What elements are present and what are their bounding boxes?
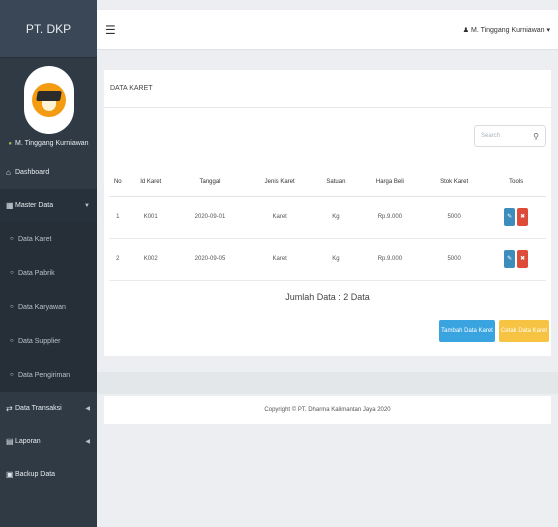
sidebar-subitem-label: Data Pabrik bbox=[18, 269, 55, 277]
circle-icon: ○ bbox=[10, 236, 14, 242]
sidebar-subitem-data-pengiriman[interactable]: ○ Data Pengiriman bbox=[0, 358, 97, 392]
sidebar: PT. DKP M. Tinggang Kurniawan ⌂ Dashboar… bbox=[0, 0, 97, 527]
graduate-avatar-icon bbox=[31, 83, 66, 117]
table-row: 2 K002 2020-09-05 Karet Kg Rp.9.000 5000… bbox=[109, 238, 546, 281]
report-icon: ▤ bbox=[6, 437, 14, 446]
table-cell: Karet bbox=[245, 196, 315, 239]
table-cell: 5000 bbox=[422, 238, 487, 281]
sidebar-subitem-label: Data Karet bbox=[18, 235, 52, 243]
edit-button[interactable]: ✎ bbox=[504, 208, 516, 226]
sidebar-subitem-label: Data Karyawan bbox=[18, 303, 66, 311]
total-data-count: Jumlah Data : 2 Data bbox=[285, 292, 370, 302]
column-header: Tools bbox=[486, 168, 546, 197]
add-data-karet-button[interactable]: Tambah Data Karet bbox=[439, 320, 495, 342]
circle-icon: ○ bbox=[10, 270, 14, 276]
sidebar-item-label: Laporan bbox=[15, 438, 41, 445]
trash-icon: ✖ bbox=[520, 256, 526, 262]
master-data-submenu: ○ Data Karet ○ Data Pabrik ○ Data Karyaw… bbox=[0, 222, 97, 392]
print-data-karet-button[interactable]: Cetak Data Karet bbox=[499, 320, 549, 342]
chevron-down-icon: ▼ bbox=[84, 202, 90, 209]
column-header: Jenis Karet bbox=[245, 168, 315, 197]
search-icon[interactable]: ⚲ bbox=[533, 132, 539, 141]
panel-title: DATA KARET bbox=[104, 70, 551, 108]
table-cell: Karet bbox=[245, 238, 315, 281]
sidebar-item-dashboard[interactable]: ⌂ Dashboard bbox=[0, 156, 97, 189]
chevron-left-icon: ◀ bbox=[85, 406, 90, 412]
top-navbar: ☰ ♟ M. Tinggang Kurniawan ▾ bbox=[97, 10, 558, 50]
add-button-label: Tambah Data Karet bbox=[441, 328, 493, 334]
profile-name: M. Tinggang Kurniawan bbox=[8, 140, 89, 147]
sidebar-item-master-data[interactable]: ▦ Master Data ▼ bbox=[0, 189, 97, 222]
user-profile: M. Tinggang Kurniawan bbox=[0, 58, 97, 156]
table-cell: K001 bbox=[126, 196, 175, 239]
edit-icon: ✎ bbox=[507, 256, 513, 262]
table-cell: Rp.9.000 bbox=[357, 238, 423, 281]
backup-icon: ▣ bbox=[6, 470, 14, 479]
delete-button[interactable]: ✖ bbox=[517, 208, 529, 226]
column-header: No bbox=[109, 168, 127, 197]
page-footer: Copyright © PT. Dharma Kalimantan Jaya 2… bbox=[104, 396, 551, 424]
table-cell: 1 bbox=[109, 196, 127, 239]
home-icon: ⌂ bbox=[6, 168, 11, 177]
search-placeholder: Search bbox=[481, 133, 501, 139]
database-icon: ▦ bbox=[6, 201, 14, 210]
sidebar-item-label: Backup Data bbox=[15, 471, 56, 478]
edit-button[interactable]: ✎ bbox=[504, 250, 516, 268]
table-cell: 5000 bbox=[422, 196, 487, 239]
table-cell: 2 bbox=[109, 238, 127, 281]
user-icon: ♟ bbox=[462, 26, 470, 34]
search-input[interactable]: Search ⚲ bbox=[474, 125, 546, 147]
hamburger-icon[interactable]: ☰ bbox=[105, 23, 116, 37]
circle-icon: ○ bbox=[10, 338, 14, 344]
edit-icon: ✎ bbox=[507, 214, 513, 220]
sidebar-nav: ⌂ Dashboard ▦ Master Data ▼ ○ Data Karet… bbox=[0, 156, 97, 491]
user-menu[interactable]: ♟ M. Tinggang Kurniawan ▾ bbox=[463, 26, 550, 34]
sidebar-subitem-data-supplier[interactable]: ○ Data Supplier bbox=[0, 324, 97, 358]
column-header: Stok Karet bbox=[422, 168, 487, 197]
sidebar-subitem-data-karyawan[interactable]: ○ Data Karyawan bbox=[0, 290, 97, 324]
table-cell: 2020-09-05 bbox=[174, 238, 246, 281]
sidebar-subitem-label: Data Supplier bbox=[18, 337, 61, 345]
tools-cell: ✎ ✖ bbox=[486, 238, 546, 281]
sidebar-item-label: Dashboard bbox=[15, 169, 50, 176]
table-cell: Kg bbox=[314, 196, 358, 239]
table-cell: Kg bbox=[314, 238, 358, 281]
circle-icon: ○ bbox=[10, 304, 14, 310]
table-cell: 2020-09-01 bbox=[174, 196, 246, 239]
user-menu-name: M. Tinggang Kurniawan bbox=[470, 26, 545, 34]
chevron-left-icon: ◀ bbox=[85, 439, 90, 445]
sidebar-subitem-label: Data Pengiriman bbox=[18, 371, 71, 379]
sidebar-item-data-transaksi[interactable]: ⇄ Data Transaksi ◀ bbox=[0, 392, 97, 425]
avatar bbox=[23, 66, 74, 134]
exchange-icon: ⇄ bbox=[6, 404, 13, 413]
column-header: Satuan bbox=[314, 168, 358, 197]
table-cell: K002 bbox=[126, 238, 175, 281]
data-karet-panel: DATA KARET Search ⚲ No Id Karet Tanggal … bbox=[104, 70, 551, 356]
print-button-label: Cetak Data Karet bbox=[500, 328, 548, 334]
copyright-text: Copyright © PT. Dharma Kalimantan Jaya 2… bbox=[264, 407, 391, 413]
table-row: 1 K001 2020-09-01 Karet Kg Rp.9.000 5000… bbox=[109, 196, 546, 239]
sidebar-item-label: Master Data bbox=[15, 202, 54, 209]
column-header: Harga Beli bbox=[357, 168, 423, 197]
data-karet-table: No Id Karet Tanggal Jenis Karet Satuan H… bbox=[109, 168, 546, 281]
sidebar-subitem-data-pabrik[interactable]: ○ Data Pabrik bbox=[0, 256, 97, 290]
caret-down-icon: ▾ bbox=[546, 26, 550, 34]
trash-icon: ✖ bbox=[520, 214, 526, 220]
sidebar-item-laporan[interactable]: ▤ Laporan ◀ bbox=[0, 425, 97, 458]
column-header: Tanggal bbox=[174, 168, 246, 197]
sidebar-subitem-data-karet[interactable]: ○ Data Karet bbox=[0, 222, 97, 256]
column-header: Id Karet bbox=[126, 168, 175, 197]
table-header-row: No Id Karet Tanggal Jenis Karet Satuan H… bbox=[109, 168, 546, 197]
tools-cell: ✎ ✖ bbox=[486, 196, 546, 239]
sidebar-item-label: Data Transaksi bbox=[15, 405, 62, 412]
content-divider bbox=[97, 372, 558, 394]
circle-icon: ○ bbox=[10, 372, 14, 378]
sidebar-item-backup-data[interactable]: ▣ Backup Data bbox=[0, 458, 97, 491]
delete-button[interactable]: ✖ bbox=[517, 250, 529, 268]
brand-logo[interactable]: PT. DKP bbox=[0, 0, 97, 58]
table-cell: Rp.9.000 bbox=[357, 196, 423, 239]
